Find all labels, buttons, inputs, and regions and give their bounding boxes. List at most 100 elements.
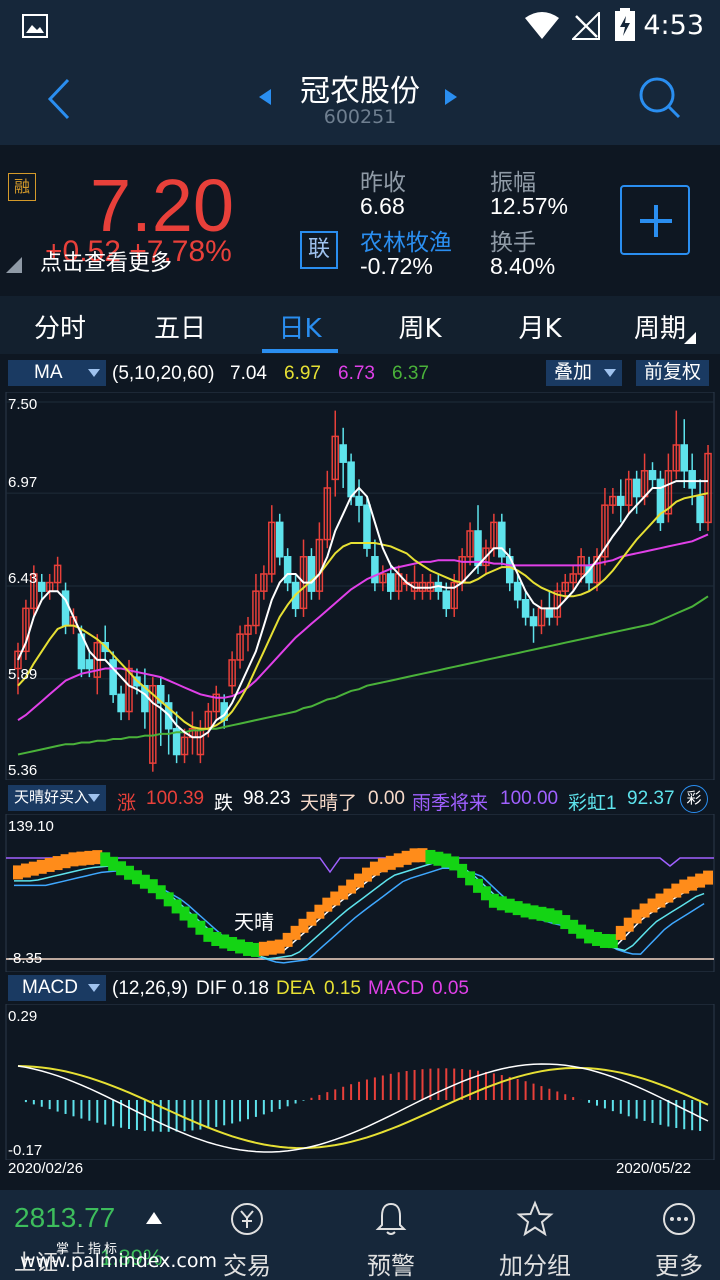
dea-label: DEA <box>276 978 316 999</box>
ch-value: 92.37 <box>627 788 675 809</box>
macd-selector[interactable]: MACD <box>8 975 106 1001</box>
candle-down <box>363 504 371 549</box>
tab-five-day[interactable]: 五日 <box>120 308 240 345</box>
tab-daily-k[interactable]: 日K <box>240 308 360 345</box>
candle-down <box>355 495 363 506</box>
stock-header: 冠农股份 600251 <box>0 52 720 145</box>
index-widget[interactable]: 2813.77 上证 1.89% 掌上指标 www.palmindex.com <box>0 1190 217 1280</box>
candle-down <box>339 444 347 463</box>
ma60-line <box>17 595 709 756</box>
candle-down <box>474 530 482 567</box>
candle-down <box>513 581 522 601</box>
period-dropdown-icon <box>684 332 696 344</box>
price-axis-top: 7.50 <box>8 396 38 413</box>
macd-chart[interactable] <box>0 1004 720 1160</box>
candle-down <box>648 470 657 481</box>
prev-close-label: 昨收 <box>360 170 406 196</box>
chevron-down-icon <box>604 369 616 377</box>
macd-legend-row: MACD (12,26,9) DIF 0.18 DEA 0.15 MACD 0.… <box>0 975 720 1003</box>
candle-down <box>37 581 46 592</box>
zhang-label: 涨 <box>117 793 137 814</box>
ma-selector-label: MA <box>34 362 63 383</box>
adjust-button[interactable]: 前复权 <box>636 360 710 386</box>
nav-trade[interactable]: 交易 <box>197 1190 297 1280</box>
yj-label: 雨季将来 <box>412 793 489 814</box>
tq-axis-bottom: -8.35 <box>8 950 43 967</box>
yj-value: 100.00 <box>500 788 559 809</box>
ma-params: (5,10,20,60) <box>112 363 215 384</box>
corner-arrow-icon <box>6 257 22 273</box>
prev-close-value: 6.68 <box>360 193 405 219</box>
next-stock-icon[interactable] <box>444 88 458 106</box>
bell-icon <box>375 1202 407 1235</box>
ma10-value: 6.97 <box>284 363 321 384</box>
tq-selector-label: 天晴好买入 <box>14 789 90 806</box>
ma-selector[interactable]: MA <box>8 360 106 386</box>
candle-down <box>632 478 641 498</box>
plus-icon <box>640 205 672 237</box>
margin-badge: 融 <box>8 173 36 201</box>
candle-down <box>680 444 689 472</box>
more-icon <box>663 1203 695 1235</box>
overlay-label: 叠加 <box>554 362 593 383</box>
macd-axis-top: 0.29 <box>8 1008 38 1025</box>
nav-watchlist[interactable]: 加分组 <box>485 1190 585 1280</box>
dif-value: 0.18 <box>232 978 269 999</box>
chevron-down-icon <box>88 984 100 992</box>
nav-trade-label: 交易 <box>223 1252 271 1280</box>
status-bar: 4:53 <box>0 0 720 52</box>
watermark-url: www.palmindex.com <box>20 1250 218 1272</box>
stock-name: 冠农股份 <box>300 74 420 109</box>
candle-down <box>521 599 530 618</box>
tq-selector[interactable]: 天晴好买入 <box>8 785 106 811</box>
rainbow-icon[interactable]: 彩 <box>680 785 708 813</box>
price-axis-3: 6.43 <box>8 570 38 587</box>
candle-down <box>283 556 292 584</box>
candlestick-chart[interactable] <box>0 392 720 780</box>
period-tabs: 分时 五日 日K 周K 月K 周期 <box>0 296 720 354</box>
price-axis-4: 5.89 <box>8 666 38 683</box>
sector-link[interactable]: 农林牧渔 <box>360 223 452 257</box>
star-icon <box>516 1200 554 1237</box>
die-value: 98.23 <box>243 788 291 809</box>
candle-down <box>442 590 451 610</box>
tab-monthly-k[interactable]: 月K <box>480 308 600 345</box>
ma20-value: 6.73 <box>338 363 375 384</box>
candle-down <box>688 470 696 489</box>
nav-more-label: 更多 <box>655 1252 703 1280</box>
dif-label: DIF <box>196 978 227 999</box>
nav-alert[interactable]: 预警 <box>341 1190 441 1280</box>
macd-value: 0.05 <box>432 978 469 999</box>
gallery-notification-icon <box>22 14 48 38</box>
tianqing-indicator-chart[interactable] <box>0 814 720 972</box>
macd-label: MACD <box>368 978 424 999</box>
candle-down <box>617 495 625 506</box>
signal-off-icon <box>572 12 600 40</box>
sector-value: -0.72% <box>360 253 433 279</box>
nav-alert-label: 预警 <box>367 1252 415 1280</box>
macd-axis-bottom: -0.17 <box>8 1142 43 1159</box>
nav-more[interactable]: 更多 <box>629 1190 720 1280</box>
ma5-value: 7.04 <box>230 363 267 384</box>
chart-frame <box>5 814 715 972</box>
turnover-value: 8.40% <box>490 253 556 279</box>
linked-badge[interactable]: 联 <box>300 231 338 269</box>
wifi-icon <box>525 12 559 39</box>
tab-intraday[interactable]: 分时 <box>0 308 120 345</box>
ma60-value: 6.37 <box>392 363 429 384</box>
add-watchlist-button[interactable] <box>620 185 690 255</box>
tab-period[interactable]: 周期 <box>600 308 720 345</box>
candle-down <box>529 616 538 627</box>
tab-weekly-k[interactable]: 周K <box>360 308 480 345</box>
tq-legend-row: 天晴好买入 涨 100.39 跌 98.23 天晴了 0.00 雨季将来 100… <box>0 785 720 814</box>
candle-down <box>275 521 284 558</box>
more-info-hint[interactable]: 点击查看更多 <box>40 245 172 277</box>
tql-value: 0.00 <box>368 788 405 809</box>
search-icon[interactable] <box>638 76 682 120</box>
candle-down <box>347 461 355 498</box>
price-axis-2: 6.97 <box>8 474 38 491</box>
overlay-button[interactable]: 叠加 <box>546 360 622 386</box>
dea-value: 0.15 <box>324 978 361 999</box>
macd-params: (12,26,9) <box>112 978 189 999</box>
active-tab-indicator <box>262 349 338 353</box>
